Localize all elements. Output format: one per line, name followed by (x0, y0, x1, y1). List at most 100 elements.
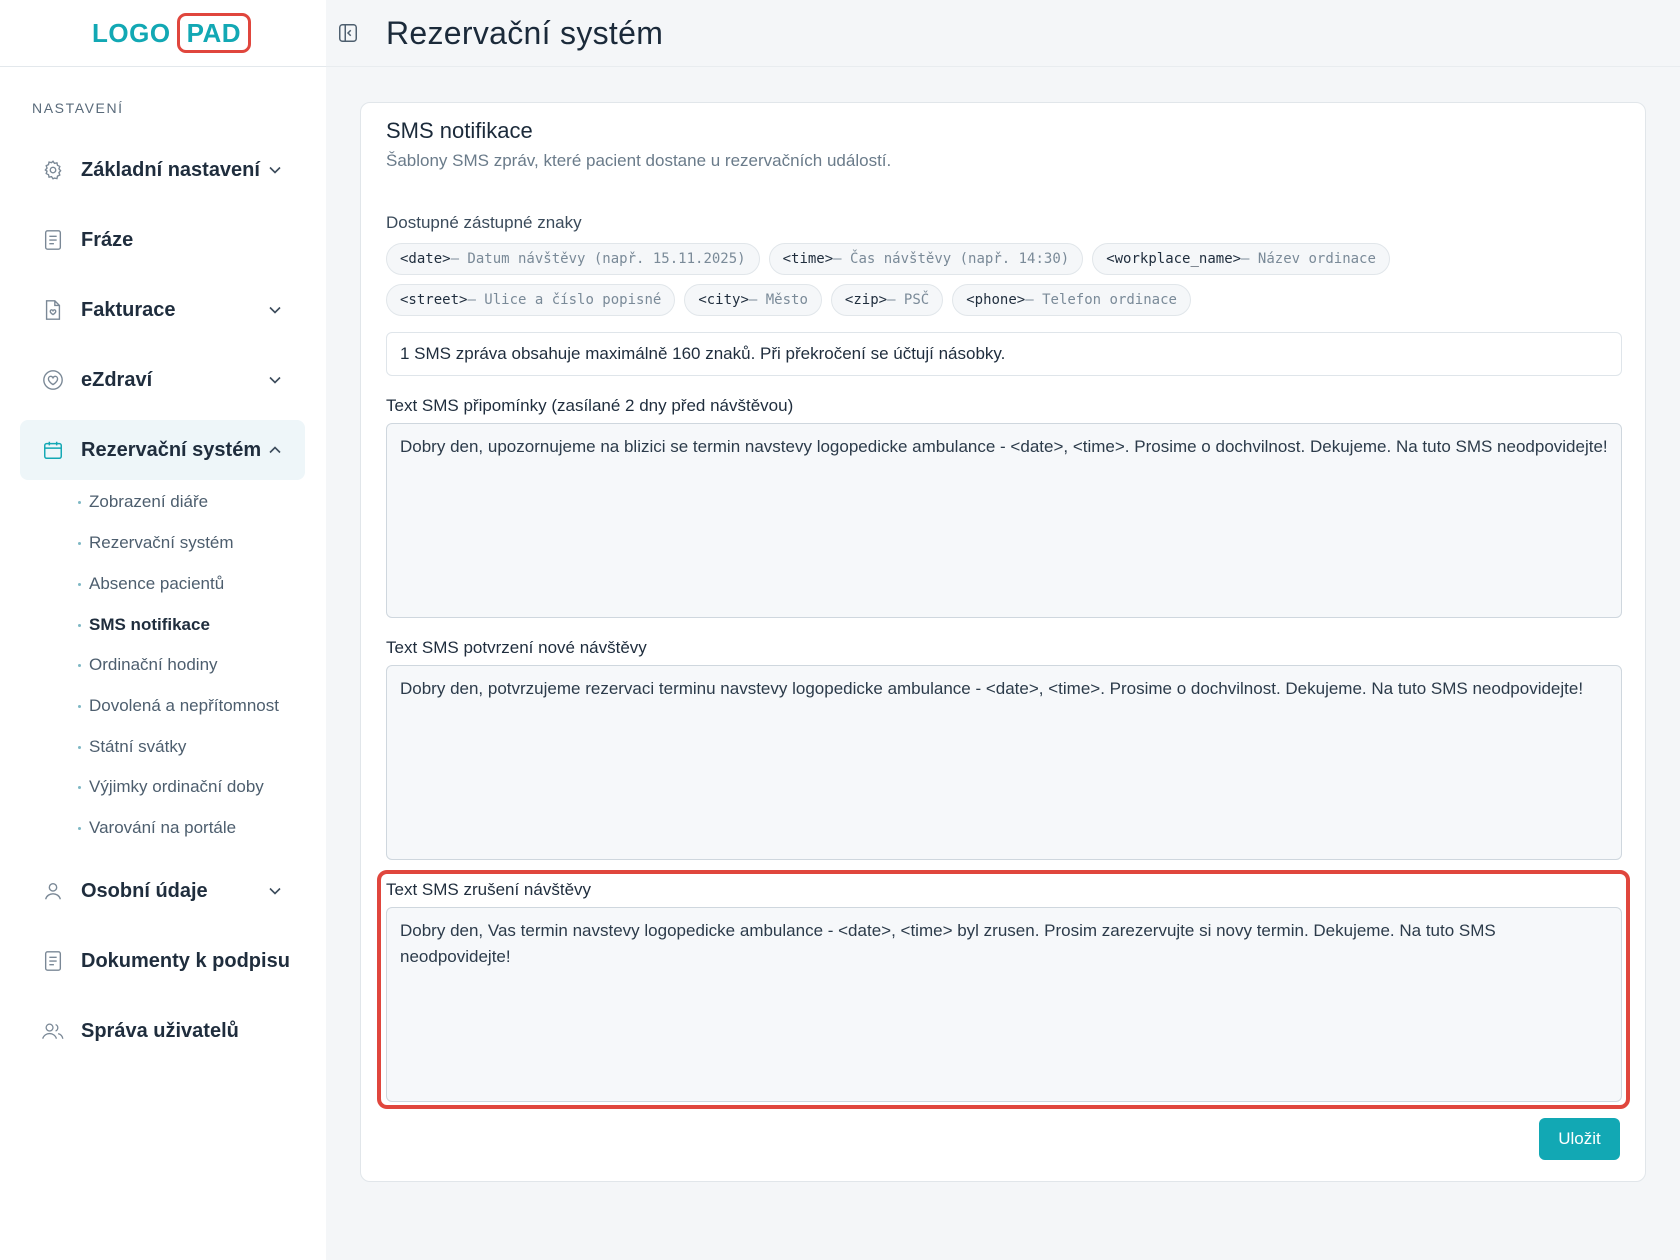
placeholder-chip-time[interactable]: <time> – Čas návštěvy (např. 14:30) (768, 243, 1084, 275)
sidebar-item-label: Rezervační systém (81, 438, 262, 461)
bullet-dot (78, 500, 81, 504)
sidebar-subitem-sms-notifications[interactable]: SMS notifikace (78, 615, 210, 635)
reminder-textarea[interactable]: Dobry den, upozornujeme na blizici se te… (386, 423, 1622, 618)
chip-row: <street> – Ulice a číslo popisné <city> … (386, 284, 1626, 316)
chip-desc: – Ulice a číslo popisné (467, 292, 662, 308)
sidebar-subitem-diary-view[interactable]: Zobrazení diáře (78, 492, 208, 512)
sidebar: LOGO PAD NASTAVENÍ Základní nastavení Fr… (0, 0, 326, 1260)
sidebar-subitem-reservation-system[interactable]: Rezervační systém (78, 533, 234, 553)
logo[interactable]: LOGO PAD (92, 13, 252, 53)
placeholder-chip-city[interactable]: <city> – Město (684, 284, 822, 316)
sidebar-subitem-label: Výjimky ordinační doby (89, 777, 264, 796)
sms-notifications-card: SMS notifikace Šablony SMS zpráv, které … (360, 102, 1646, 1182)
sidebar-item-reservation-system[interactable]: Rezervační systém (20, 420, 305, 480)
bullet-dot (78, 582, 81, 586)
sidebar-item-label: Fakturace (81, 298, 176, 321)
chevron-down-icon (267, 162, 283, 178)
placeholder-chip-date[interactable]: <date> – Datum návštěvy (např. 15.11.202… (386, 243, 760, 275)
cancel-textarea[interactable]: Dobry den, Vas termin navstevy logopedic… (386, 907, 1622, 1102)
calendar-icon (41, 438, 65, 462)
sidebar-subitem-label: Rezervační systém (89, 533, 234, 552)
sidebar-collapse-icon[interactable] (336, 21, 360, 45)
bullet-dot (78, 704, 81, 708)
sidebar-item-label: Dokumenty k podpisu (81, 949, 290, 972)
sidebar-item-ezdravi[interactable]: eZdraví (20, 350, 305, 410)
logo-area: LOGO PAD (0, 0, 326, 67)
chip-desc: – Název ordinace (1241, 251, 1376, 267)
placeholder-chip-phone[interactable]: <phone> – Telefon ordinace (952, 284, 1191, 316)
chip-key: <time> (782, 251, 834, 267)
chip-desc: – Datum návštěvy (např. 15.11.2025) (450, 251, 746, 267)
chevron-up-icon (267, 442, 283, 458)
bullet-dot (78, 663, 81, 667)
chip-desc: – PSČ (887, 292, 930, 308)
bullet-dot (78, 745, 81, 749)
chip-desc: – Čas návštěvy (např. 14:30) (833, 251, 1070, 267)
bullet-dot (78, 826, 81, 830)
bullet-dot (78, 785, 81, 789)
cancel-label: Text SMS zrušení návštěvy (386, 880, 592, 899)
sidebar-item-label: Základní nastavení (81, 158, 260, 181)
sidebar-subitem-office-hours[interactable]: Ordinační hodiny (78, 655, 218, 675)
sidebar-section-title: NASTAVENÍ (32, 100, 124, 116)
sidebar-subitem-label: Ordinační hodiny (89, 655, 218, 674)
chevron-down-icon (267, 883, 283, 899)
sidebar-subitem-label: Státní svátky (89, 737, 187, 756)
sidebar-subitem-portal-warning[interactable]: Varování na portále (78, 818, 236, 838)
sidebar-item-user-management[interactable]: Správa uživatelů (20, 1001, 305, 1061)
sidebar-subitem-hour-exceptions[interactable]: Výjimky ordinační doby (78, 777, 264, 797)
reminder-label: Text SMS připomínky (zasílané 2 dny před… (386, 396, 794, 415)
sidebar-subitem-label: Zobrazení diáře (89, 492, 209, 511)
chip-key: <date> (400, 251, 451, 267)
placeholder-chip-street[interactable]: <street> – Ulice a číslo popisné (386, 284, 676, 316)
page-title: Rezervační systém (386, 14, 664, 51)
sidebar-item-label: Osobní údaje (81, 879, 208, 902)
card-title: SMS notifikace (386, 118, 533, 143)
users-icon (41, 1019, 65, 1043)
sidebar-item-label: Správa uživatelů (81, 1019, 239, 1042)
document-icon (41, 949, 65, 973)
chip-key: <phone> (966, 292, 1026, 308)
card-subtitle: Šablony SMS zpráv, které pacient dostane… (386, 151, 892, 170)
chip-desc: – Telefon ordinace (1025, 292, 1177, 308)
placeholder-chip-zip[interactable]: <zip> – PSČ (830, 284, 944, 316)
chevron-down-icon (267, 372, 283, 388)
sidebar-subitem-patient-absence[interactable]: Absence pacientů (78, 574, 224, 594)
sidebar-item-personal-data[interactable]: Osobní údaje (20, 861, 305, 921)
chip-key: <street> (400, 292, 468, 308)
page-header: Rezervační systém (326, 0, 1680, 67)
user-icon (41, 879, 65, 903)
document-icon (41, 228, 65, 252)
confirm-label: Text SMS potvrzení nové návštěvy (386, 638, 647, 657)
placeholder-chip-workplace-name[interactable]: <workplace_name> – Název ordinace (1092, 243, 1390, 275)
sidebar-item-phrases[interactable]: Fráze (20, 210, 305, 270)
chip-desc: – Město (748, 292, 808, 308)
bullet-dot (78, 541, 81, 545)
chip-row: <date> – Datum návštěvy (např. 15.11.202… (386, 243, 1626, 275)
logo-text-pad: PAD (176, 13, 252, 53)
logo-text-logo: LOGO (92, 17, 171, 48)
heart-icon (41, 368, 65, 392)
sidebar-item-label: eZdraví (81, 368, 153, 391)
bullet-dot (78, 623, 81, 627)
gear-icon (41, 158, 65, 182)
chip-key: <city> (698, 292, 749, 308)
sidebar-subitem-label: Varování na portále (89, 818, 237, 837)
chip-key: <zip> (844, 292, 888, 308)
sidebar-item-invoicing[interactable]: Fakturace (20, 280, 305, 340)
chip-key: <workplace_name> (1106, 251, 1242, 267)
sidebar-item-documents-to-sign[interactable]: Dokumenty k podpisu (20, 931, 305, 991)
sidebar-subitem-label: SMS notifikace (89, 615, 210, 634)
sidebar-item-basic-settings[interactable]: Základní nastavení (20, 140, 305, 200)
placeholders-label: Dostupné zástupné znaky (386, 213, 582, 232)
sidebar-subitem-vacation[interactable]: Dovolená a nepřítomnost (78, 696, 279, 716)
chevron-down-icon (267, 302, 283, 318)
sidebar-subitem-public-holidays[interactable]: Státní svátky (78, 737, 186, 757)
confirm-textarea[interactable]: Dobry den, potvrzujeme rezervaci terminu… (386, 665, 1622, 860)
placeholder-chips: <date> – Datum návštěvy (např. 15.11.202… (386, 243, 1626, 325)
sidebar-subitem-label: Absence pacientů (89, 574, 225, 593)
sidebar-subitem-label: Dovolená a nepřítomnost (89, 696, 279, 715)
sidebar-item-label: Fráze (81, 228, 134, 251)
save-button[interactable]: Uložit (1539, 1118, 1620, 1160)
invoice-icon (41, 298, 65, 322)
